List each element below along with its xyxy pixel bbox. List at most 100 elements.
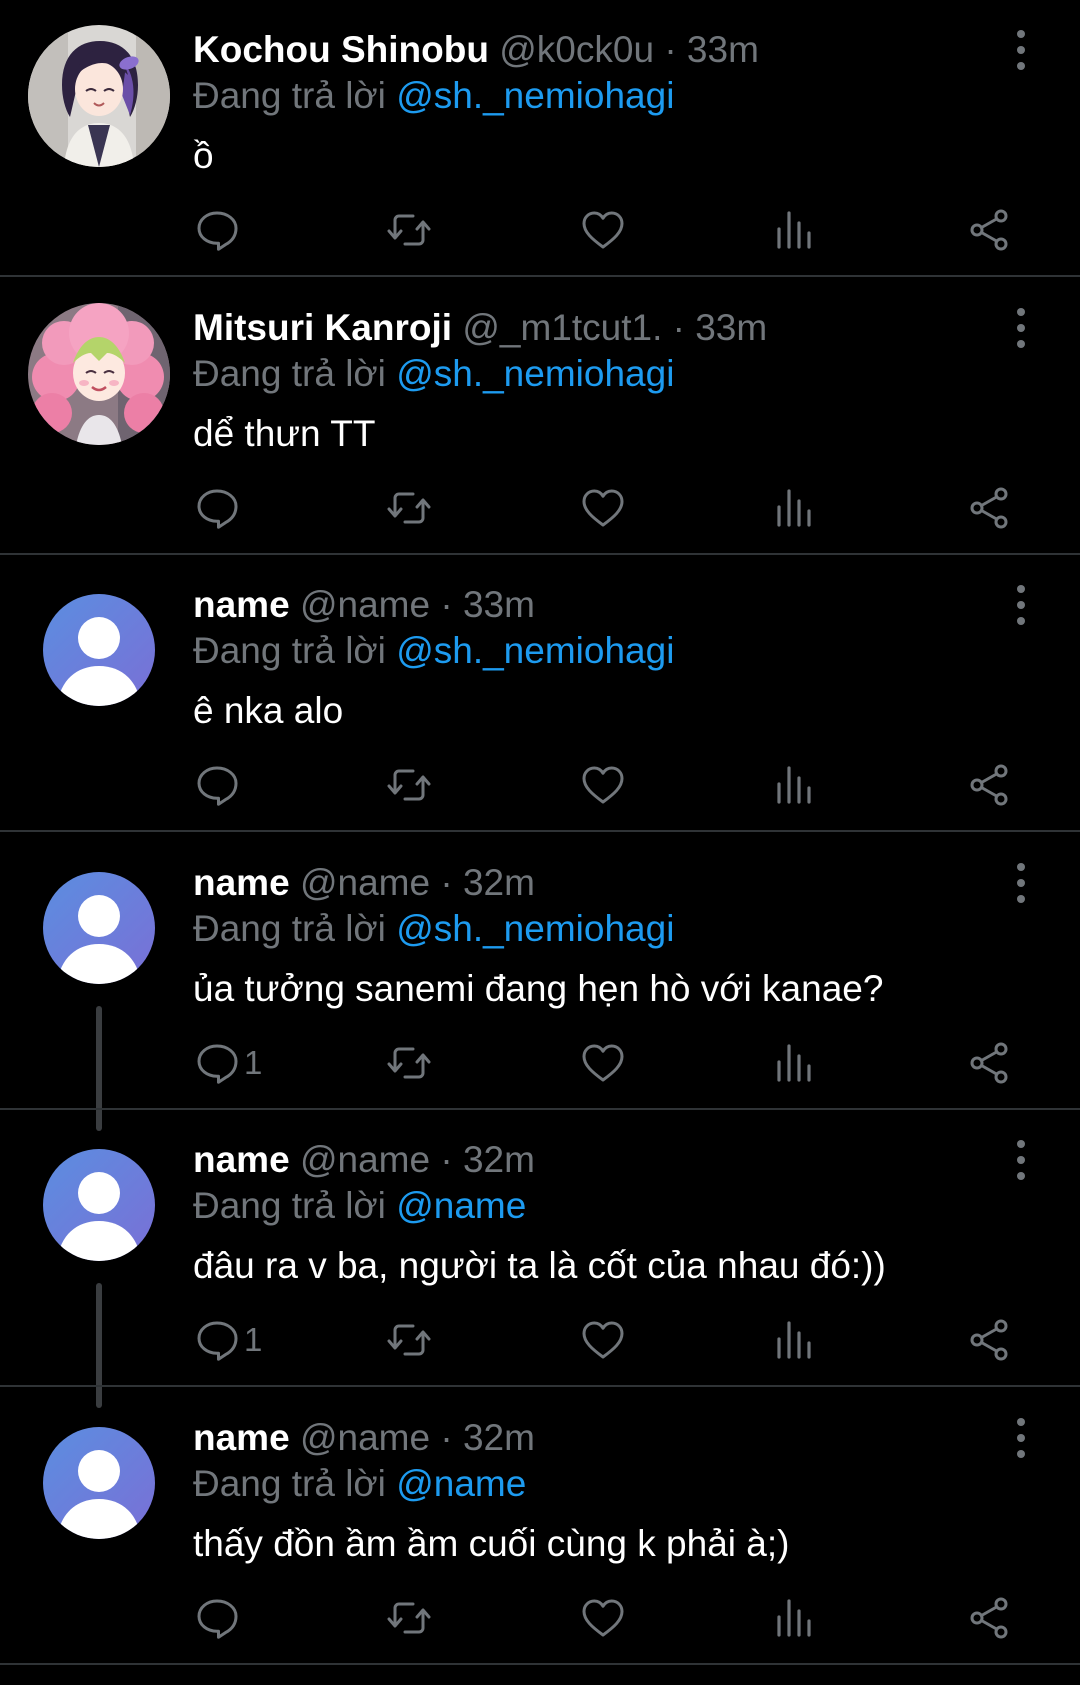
more-options-icon[interactable] [1006, 26, 1036, 74]
user-handle[interactable]: @name [300, 1139, 430, 1180]
heart-icon [580, 207, 626, 253]
more-options-icon[interactable] [1006, 1414, 1036, 1462]
share-button[interactable] [966, 1596, 1012, 1640]
reply-button[interactable] [194, 1596, 244, 1640]
tweet-reply[interactable]: name @name · 32m Đang trả lời @sh._nemioh… [0, 833, 1080, 1131]
timestamp[interactable]: 33m [463, 584, 535, 625]
like-button[interactable] [580, 1318, 626, 1362]
user-handle[interactable]: @name [300, 584, 430, 625]
timestamp[interactable]: 33m [695, 307, 767, 348]
reply-bubble-icon [194, 1595, 240, 1641]
default-avatar[interactable] [43, 594, 155, 706]
retweet-button[interactable] [386, 1318, 432, 1362]
more-options-icon[interactable] [1006, 304, 1036, 352]
reply-button[interactable] [194, 486, 244, 530]
tweet-text: đâu ra v ba, người ta là cốt của nhau đó… [193, 1245, 886, 1286]
views-bar-chart-icon [772, 1317, 818, 1363]
more-options-icon[interactable] [1006, 581, 1036, 629]
reply-mention-link[interactable]: @name [396, 1185, 526, 1226]
more-options-icon[interactable] [1006, 1136, 1036, 1184]
views-button[interactable] [772, 1596, 818, 1640]
display-name[interactable]: Kochou Shinobu [193, 29, 489, 70]
retweet-icon [386, 485, 432, 531]
share-button[interactable] [966, 1041, 1012, 1085]
default-avatar[interactable] [43, 871, 155, 984]
separator-dot: · [664, 29, 677, 70]
views-button[interactable] [772, 208, 818, 252]
tweet-reply[interactable]: Kochou Shinobu @k0ck0u · 33m Đang trả lời… [0, 0, 1080, 277]
display-name[interactable]: name [193, 1139, 290, 1180]
reply-mention-link[interactable]: @sh._nemiohagi [396, 630, 674, 671]
share-button[interactable] [966, 763, 1012, 807]
avatar[interactable] [28, 302, 170, 445]
reply-mention-link[interactable]: @sh._nemiohagi [396, 75, 674, 116]
separator-dot: · [440, 861, 453, 903]
tweet-reply[interactable]: name @name · 33m Đang trả lời @sh._nemioh… [0, 555, 1080, 832]
user-handle[interactable]: @_m1tcut1. [462, 307, 662, 348]
share-button[interactable] [966, 208, 1012, 252]
user-handle[interactable]: @name [300, 1417, 430, 1458]
reply-feed: Kochou Shinobu @k0ck0u · 33m Đang trả lời… [0, 0, 1080, 1685]
tweet-text: dể thưn TT [193, 412, 376, 454]
avatar[interactable] [28, 25, 170, 167]
retweet-button[interactable] [386, 1596, 432, 1640]
display-name[interactable]: Mitsuri Kanroji [193, 307, 452, 348]
timestamp[interactable]: 32m [463, 1417, 535, 1458]
replying-to: Đang trả lời @sh._nemiohagi [193, 903, 674, 955]
replying-to-label: Đang trả lời [193, 1185, 386, 1226]
retweet-button[interactable] [386, 763, 432, 807]
reply-button[interactable] [194, 763, 244, 807]
replying-to: Đang trả lời @sh._nemiohagi [193, 348, 674, 400]
reply-bubble-icon [194, 485, 240, 531]
display-name[interactable]: name [193, 1417, 290, 1458]
timestamp[interactable]: 32m [463, 862, 535, 903]
retweet-button[interactable] [386, 208, 432, 252]
more-options-icon[interactable] [1006, 859, 1036, 907]
display-name[interactable]: name [193, 862, 290, 903]
display-name[interactable]: name [193, 584, 290, 625]
timestamp[interactable]: 32m [463, 1139, 535, 1180]
reply-bubble-icon [194, 762, 240, 808]
default-avatar[interactable] [43, 1149, 155, 1261]
views-bar-chart-icon [772, 1040, 818, 1086]
like-button[interactable] [580, 1596, 626, 1640]
like-button[interactable] [580, 763, 626, 807]
retweet-button[interactable] [386, 486, 432, 530]
reply-mention-link[interactable]: @name [396, 1463, 526, 1504]
heart-icon [580, 1317, 626, 1363]
reply-button[interactable]: 1 [194, 1041, 262, 1085]
default-avatar[interactable] [43, 1426, 155, 1539]
heart-icon [580, 1040, 626, 1086]
views-bar-chart-icon [772, 1595, 818, 1641]
like-button[interactable] [580, 1041, 626, 1085]
views-button[interactable] [772, 1041, 818, 1085]
share-icon [966, 485, 1012, 531]
reply-mention-link[interactable]: @sh._nemiohagi [396, 353, 674, 394]
retweet-icon [386, 1595, 432, 1641]
timestamp[interactable]: 33m [687, 29, 759, 70]
tweet-reply[interactable]: Mitsuri Kanroji @_m1tcut1. · 33m Đang trả… [0, 278, 1080, 555]
like-button[interactable] [580, 208, 626, 252]
views-button[interactable] [772, 486, 818, 530]
replying-to-label: Đang trả lời [193, 630, 386, 671]
reply-button[interactable]: 1 [194, 1318, 262, 1362]
heart-icon [580, 485, 626, 531]
like-button[interactable] [580, 486, 626, 530]
user-handle[interactable]: @k0ck0u [499, 29, 654, 70]
user-handle[interactable]: @name [300, 862, 430, 903]
tweet-reply[interactable]: name @name · 32m Đang trả lời @name đâu ra… [0, 1110, 1080, 1408]
share-button[interactable] [966, 1318, 1012, 1362]
reply-button[interactable] [194, 208, 244, 252]
tweet-reply[interactable]: name @name · 32m Đang trả lời @name thấy đ… [0, 1388, 1080, 1665]
replying-to: Đang trả lời @name [193, 1458, 526, 1510]
retweet-button[interactable] [386, 1041, 432, 1085]
views-button[interactable] [772, 763, 818, 807]
separator-dot: · [440, 1139, 453, 1180]
views-button[interactable] [772, 1318, 818, 1362]
replying-to-label: Đang trả lời [193, 75, 386, 116]
replying-to-label: Đang trả lời [193, 907, 386, 949]
share-button[interactable] [966, 486, 1012, 530]
reply-bubble-icon [194, 1040, 240, 1086]
reply-mention-link[interactable]: @sh._nemiohagi [396, 908, 674, 949]
retweet-icon [386, 207, 432, 253]
